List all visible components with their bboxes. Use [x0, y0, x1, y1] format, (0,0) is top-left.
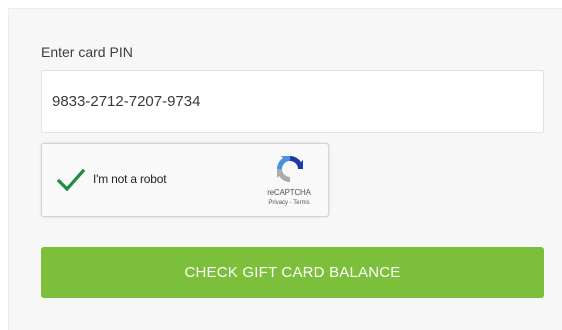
gift-card-balance-panel: Enter card PIN I'm not a robot reCAPTCHA… — [8, 8, 562, 330]
recaptcha-brand-text: reCAPTCHA — [267, 188, 311, 197]
recaptcha-logo-icon — [277, 156, 303, 182]
terms-link[interactable]: Terms — [293, 200, 309, 206]
recaptcha-links: Privacy - Terms — [256, 200, 322, 206]
privacy-link[interactable]: Privacy — [268, 200, 288, 206]
check-gift-card-balance-button[interactable]: CHECK GIFT CARD BALANCE — [41, 247, 544, 298]
card-pin-label: Enter card PIN — [41, 44, 133, 60]
card-pin-input[interactable] — [41, 70, 544, 133]
checkmark-icon[interactable] — [56, 166, 86, 194]
recaptcha-label: I'm not a robot — [93, 172, 167, 186]
recaptcha-widget: I'm not a robot reCAPTCHA Privacy - Term… — [41, 143, 329, 217]
